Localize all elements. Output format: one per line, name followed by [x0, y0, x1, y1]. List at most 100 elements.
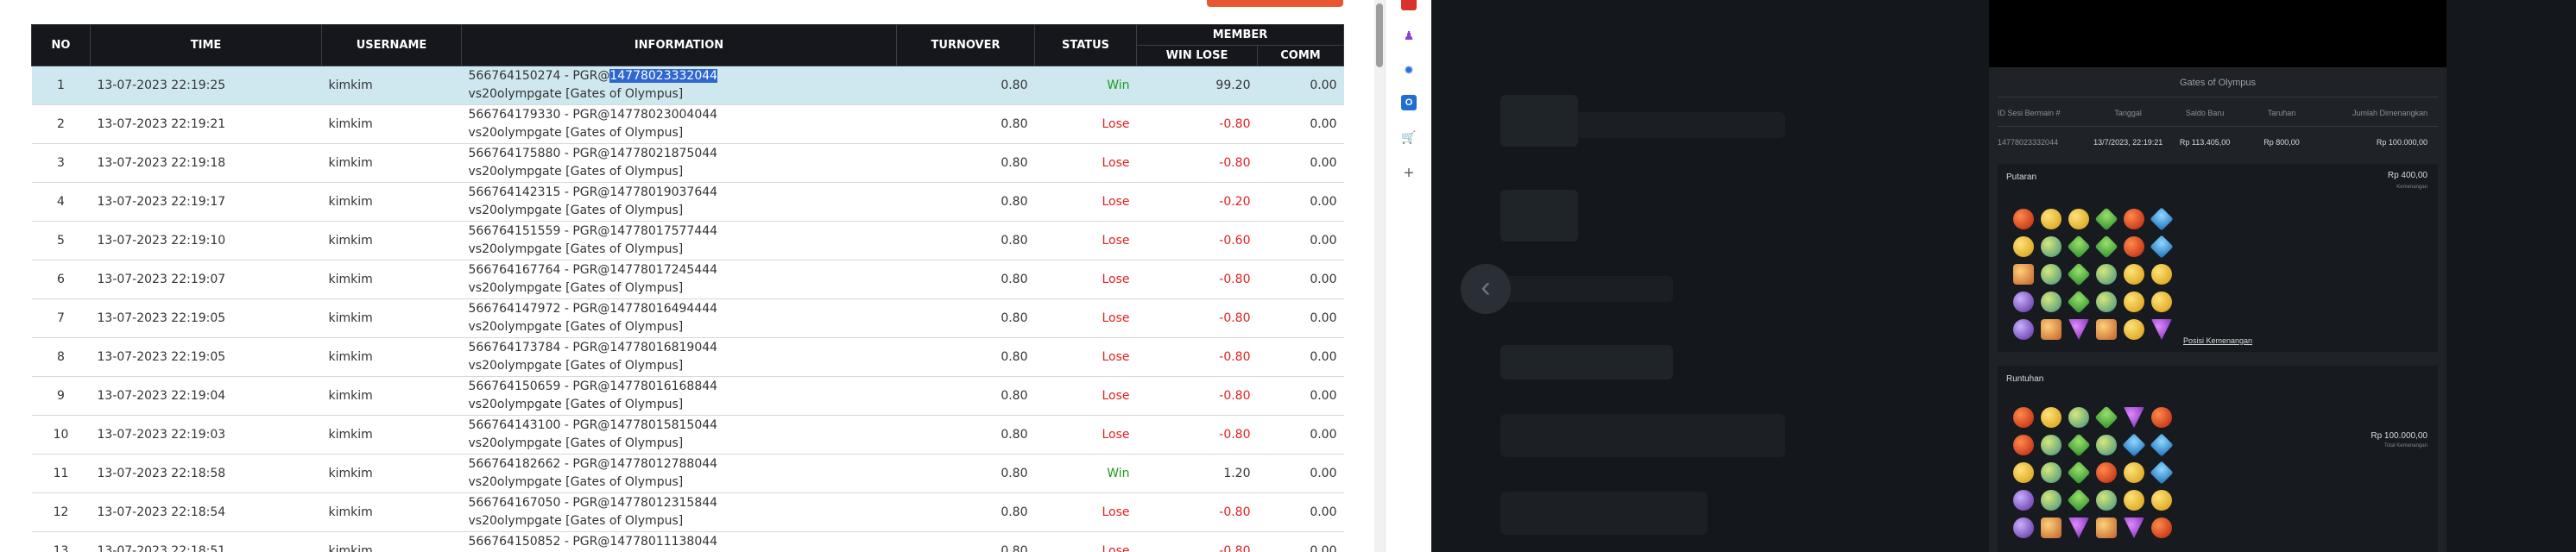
info-prefix: 566764150659 - PGR@	[468, 380, 610, 393]
action-button[interactable]	[1207, 0, 1343, 7]
val-session-id: 14778023332044	[1998, 138, 2059, 147]
runtuhan-sub: Total Kemenangan	[2383, 443, 2428, 448]
slot-symbol-icon	[2013, 518, 2034, 538]
slot-symbol-icon	[2067, 235, 2091, 259]
cell-turnover: 0.80	[896, 66, 1035, 105]
info-game: vs20olympgate [Gates of Olympus]	[468, 514, 684, 528]
slot-symbol-icon	[2067, 290, 2091, 314]
scrollbar-thumb[interactable]	[1376, 3, 1383, 67]
cell-time: 13-07-2023 22:18:58	[90, 454, 322, 493]
info-round-id[interactable]: 14778016819044	[609, 341, 717, 354]
cell-information: 566764150274 - PGR@14778023332044 vs20oly…	[461, 66, 897, 105]
cart-icon[interactable]: 🛒	[1401, 129, 1417, 145]
cell-time: 13-07-2023 22:18:54	[90, 492, 322, 532]
header-winlose[interactable]: WIN LOSE	[1136, 45, 1258, 66]
slot-symbol-icon	[2041, 435, 2061, 455]
header-turnover[interactable]: TURNOVER	[896, 24, 1035, 66]
col-new-balance: Saldo Baru	[2185, 109, 2225, 117]
slot-symbol-icon	[2041, 292, 2061, 312]
table-row[interactable]: 5 13-07-2023 22:19:10 kimkim 566764151559 -…	[31, 221, 1344, 260]
info-round-id[interactable]: 14778016168844	[609, 380, 717, 393]
slot-symbol-icon	[2151, 518, 2172, 538]
cell-information: 566764151559 - PGR@14778017577444 vs20oly…	[461, 221, 897, 260]
table-row[interactable]: 6 13-07-2023 22:19:07 kimkim 566764167764 -…	[31, 260, 1344, 299]
header-no[interactable]: NO	[31, 24, 91, 66]
cell-information: 566764150659 - PGR@14778016168844 vs20oly…	[461, 376, 897, 416]
cell-comm: 0.00	[1257, 66, 1344, 105]
header-status[interactable]: STATUS	[1034, 24, 1137, 66]
header-time[interactable]: TIME	[90, 24, 322, 66]
info-round-id[interactable]: 14778017245444	[609, 263, 717, 277]
slot-symbol-icon	[2041, 236, 2061, 257]
info-round-id[interactable]: 14778019037644	[609, 185, 717, 199]
red-app-icon[interactable]	[1401, 0, 1417, 10]
slot-symbol-icon	[2124, 462, 2144, 483]
cell-information: 566764167050 - PGR@14778012315844 vs20oly…	[461, 492, 897, 532]
table-row[interactable]: 10 13-07-2023 22:19:03 kimkim 566764143100 …	[31, 415, 1344, 455]
cell-time: 13-07-2023 22:19:05	[90, 298, 322, 338]
info-prefix: 566764179330 - PGR@	[468, 108, 610, 122]
info-round-id[interactable]: 14778012788044	[609, 457, 717, 471]
cell-information: 566764150852 - PGR@14778011138044vs20oly…	[461, 531, 897, 552]
cell-comm: 0.00	[1257, 337, 1344, 377]
header-comm[interactable]: COMM	[1257, 45, 1344, 66]
table-row[interactable]: 7 13-07-2023 22:19:05 kimkim 566764147972 -…	[31, 298, 1344, 338]
val-bet: Rp 800,00	[2263, 138, 2300, 147]
table-row[interactable]: 2 13-07-2023 22:19:21 kimkim 566764179330 -…	[31, 104, 1344, 144]
cell-username: kimkim	[321, 221, 462, 260]
cell-no: 12	[31, 492, 91, 532]
table-row[interactable]: 3 13-07-2023 22:19:18 kimkim 566764175880 -…	[31, 143, 1344, 183]
header-username[interactable]: USERNAME	[321, 24, 462, 66]
cell-status: Lose	[1034, 260, 1137, 299]
circle-app-icon[interactable]: ✹	[1401, 62, 1417, 78]
slot-symbol-icon	[2096, 462, 2117, 483]
slot-symbol-icon	[2067, 433, 2091, 457]
table-row[interactable]: 4 13-07-2023 22:19:17 kimkim 566764142315 -…	[31, 182, 1344, 222]
cell-status: Lose	[1034, 143, 1137, 183]
info-round-id[interactable]: 14778023332044	[609, 69, 718, 83]
info-round-id[interactable]: 14778012315844	[609, 496, 717, 510]
slot-symbol-icon	[2151, 292, 2172, 312]
slot-symbol-icon	[2096, 292, 2117, 312]
cell-time: 13-07-2023 22:19:21	[90, 104, 322, 144]
cell-status: Win	[1034, 454, 1137, 493]
background-block	[1500, 276, 1673, 302]
info-round-id[interactable]: 14778021875044	[609, 147, 717, 160]
table-scrollbar[interactable]	[1374, 0, 1385, 552]
cell-time: 13-07-2023 22:19:18	[90, 143, 322, 183]
table-row[interactable]: 13 13-07-2023 22:18:51 kimkim 566764150852 …	[31, 531, 1344, 552]
cell-winlose: -0.20	[1136, 182, 1258, 222]
cell-username: kimkim	[321, 143, 462, 183]
info-round-id[interactable]: 14778015815044	[609, 418, 717, 432]
cell-username: kimkim	[321, 454, 462, 493]
cell-winlose: -0.80	[1136, 376, 1258, 416]
info-round-id[interactable]: 14778016494444	[609, 302, 717, 316]
cell-turnover: 0.80	[896, 454, 1035, 493]
slot-symbol-icon	[2122, 433, 2146, 457]
plus-icon[interactable]: +	[1401, 165, 1417, 182]
slot-symbol-icon	[2068, 407, 2089, 428]
cell-username: kimkim	[321, 415, 462, 455]
slot-symbol-icon	[2041, 462, 2061, 483]
outlook-icon[interactable]: O	[1401, 95, 1417, 110]
user-plus-icon[interactable]: ♟	[1401, 28, 1417, 43]
info-round-id[interactable]: 14778017577444	[609, 224, 717, 238]
val-win-amount: Rp 100.000,00	[2376, 138, 2428, 147]
table-row[interactable]: 9 13-07-2023 22:19:04 kimkim 566764150659 -…	[31, 376, 1344, 416]
table-row[interactable]: 11 13-07-2023 22:18:58 kimkim 566764182662 …	[31, 454, 1344, 493]
cell-username: kimkim	[321, 337, 462, 377]
cell-time: 13-07-2023 22:19:05	[90, 337, 322, 377]
slot-symbol-icon	[2067, 461, 2091, 485]
info-round-id[interactable]: 14778023004044	[609, 108, 717, 122]
table-row[interactable]: 12 13-07-2023 22:18:54 kimkim 566764167050 …	[31, 492, 1344, 532]
header-information[interactable]: INFORMATION	[461, 24, 897, 66]
winning-position-link[interactable]: Posisi Kemenangan	[1998, 336, 2438, 345]
table-row[interactable]: 1 13-07-2023 22:19:25 kimkim 566764150274 -…	[31, 66, 1344, 105]
cell-comm: 0.00	[1257, 492, 1344, 532]
table-row[interactable]: 8 13-07-2023 22:19:05 kimkim 566764173784 -…	[31, 337, 1344, 377]
cell-comm: 0.00	[1257, 182, 1344, 222]
info-round-id[interactable]: 14778011138044	[609, 535, 717, 549]
cell-information: 566764147972 - PGR@14778016494444 vs20oly…	[461, 298, 897, 338]
slot-symbol-icon	[2096, 518, 2117, 538]
chevron-left-icon[interactable]: ‹	[1461, 264, 1511, 314]
